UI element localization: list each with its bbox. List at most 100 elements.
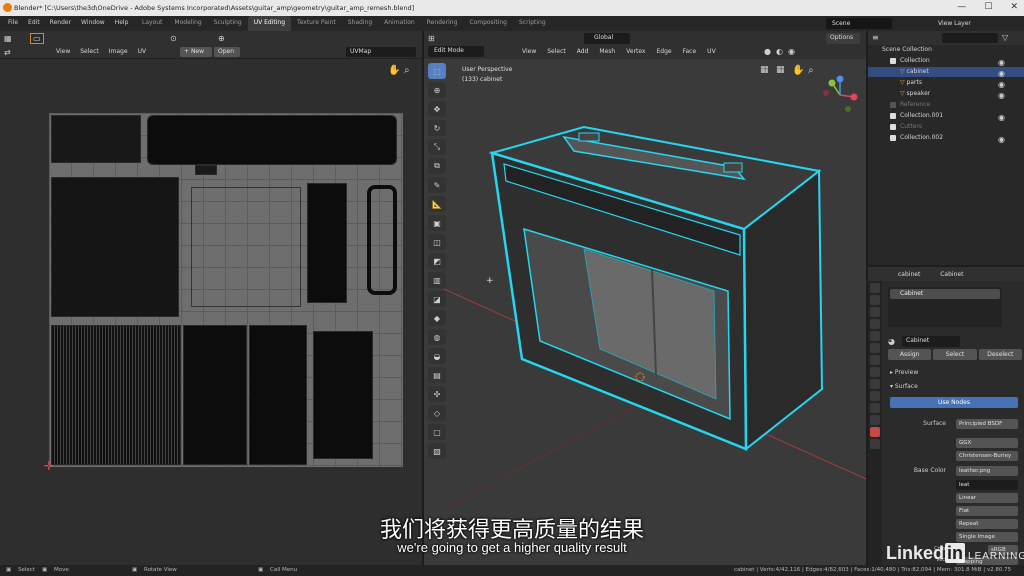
tab-sculpting[interactable]: Sculpting (208, 16, 248, 31)
outliner-type-icon[interactable]: ≡ (872, 33, 879, 42)
particles-tab-icon[interactable] (870, 379, 880, 389)
vp-menu-uv[interactable]: UV (707, 48, 716, 55)
tab-modeling[interactable]: Modeling (168, 16, 207, 31)
physics-tab-icon[interactable] (870, 391, 880, 401)
select-box-tool-icon[interactable]: ▭ (30, 33, 44, 44)
visibility-eye-icon[interactable]: ◉ (998, 80, 1005, 89)
menu-render[interactable]: Render (50, 19, 71, 26)
assign-button[interactable]: Assign (888, 349, 932, 360)
subsurface-method-dropdown[interactable]: Christensen-Burley (956, 451, 1018, 461)
select-button[interactable]: Select (933, 349, 977, 360)
include-checkbox[interactable] (890, 101, 896, 108)
shading-material-icon[interactable]: ◐ (776, 47, 783, 56)
deselect-button[interactable]: Deselect (978, 349, 1022, 360)
scene-selector[interactable]: Scene (826, 18, 892, 29)
3d-viewport[interactable]: User Perspective (133) cabinet ⬚ ⊕ ✥ ↻ ⤡… (424, 59, 866, 565)
surface-panel-header[interactable]: ▾ Surface (890, 383, 918, 390)
tab-layout[interactable]: Layout (136, 16, 168, 31)
use-nodes-button[interactable]: Use Nodes (890, 397, 1018, 408)
open-image-button[interactable]: Open (214, 47, 240, 57)
include-checkbox[interactable] (890, 123, 896, 130)
material-slot-list[interactable]: Cabinet (888, 287, 1002, 327)
tab-scripting[interactable]: Scripting (513, 16, 552, 31)
vp-menu-vertex[interactable]: Vertex (626, 48, 645, 55)
tab-animation[interactable]: Animation (378, 16, 421, 31)
preview-panel-header[interactable]: ▸ Preview (890, 369, 918, 376)
material-name-field[interactable]: Cabinet (902, 336, 960, 347)
uv-menu-select[interactable]: Select (80, 48, 99, 55)
uvmap-field[interactable]: UVMap (346, 47, 416, 57)
visibility-eye-icon[interactable]: ◉ (998, 113, 1005, 122)
include-checkbox[interactable] (890, 134, 896, 141)
minimize-button[interactable]: — (957, 2, 966, 12)
filter-icon[interactable]: ▽ (1002, 33, 1008, 42)
tab-rendering[interactable]: Rendering (421, 16, 464, 31)
include-checkbox[interactable] (890, 57, 896, 64)
2d-cursor-icon[interactable]: ✛ (44, 459, 54, 473)
vp-menu-add[interactable]: Add (577, 48, 589, 55)
tool-tab-icon[interactable] (870, 283, 880, 293)
close-button[interactable]: ✕ (1010, 2, 1018, 12)
visibility-eye-icon[interactable]: ◉ (998, 69, 1005, 78)
shading-rendered-icon[interactable]: ◉ (788, 47, 795, 56)
menu-edit[interactable]: Edit (28, 19, 40, 26)
include-checkbox[interactable] (890, 112, 896, 119)
base-color-texture-field[interactable]: leather.png (956, 466, 1018, 476)
editor-type-icon[interactable]: ▦ (4, 34, 12, 43)
tab-compositing[interactable]: Compositing (463, 16, 513, 31)
material-sphere-icon[interactable]: ◕ (888, 337, 895, 346)
vp-menu-mesh[interactable]: Mesh (599, 48, 615, 55)
output-tab-icon[interactable] (870, 307, 880, 317)
vp-menu-face[interactable]: Face (683, 48, 697, 55)
zoom-icon[interactable]: ⌕ (404, 65, 410, 76)
menu-window[interactable]: Window (81, 19, 105, 26)
uv-menu-view[interactable]: View (56, 48, 70, 55)
vp-menu-edge[interactable]: Edge (656, 48, 671, 55)
pan-icon[interactable]: ✋ (388, 65, 400, 76)
cabinet-mesh[interactable]: + (424, 59, 866, 565)
vp-menu-select[interactable]: Select (547, 48, 566, 55)
view-layer-tab-icon[interactable] (870, 319, 880, 329)
snap-icon[interactable]: ⊕ (218, 34, 225, 43)
menu-help[interactable]: Help (115, 19, 129, 26)
visibility-eye-icon[interactable]: ◉ (998, 58, 1005, 67)
render-tab-icon[interactable] (870, 295, 880, 305)
material-tab-icon[interactable] (870, 427, 880, 437)
data-tab-icon[interactable] (870, 415, 880, 425)
editor-type-icon[interactable]: ⊞ (428, 34, 435, 43)
outliner-row[interactable]: Cutters (868, 122, 1024, 132)
texture-tab-icon[interactable] (870, 439, 880, 449)
uv-menu-uv[interactable]: UV (138, 48, 147, 55)
tab-shading[interactable]: Shading (342, 16, 378, 31)
pivot-icon[interactable]: ⊙ (170, 34, 177, 43)
distribution-dropdown[interactable]: GGX (956, 438, 1018, 448)
outliner-row[interactable]: Reference (868, 100, 1024, 110)
mode-selector[interactable]: Edit Mode (428, 46, 484, 57)
interpolation-dropdown[interactable]: Linear (956, 493, 1018, 503)
world-tab-icon[interactable] (870, 343, 880, 353)
constraints-tab-icon[interactable] (870, 403, 880, 413)
object-tab-icon[interactable] (870, 355, 880, 365)
visibility-eye-icon[interactable]: ◉ (998, 91, 1005, 100)
view-layer-selector[interactable]: View Layer (934, 18, 1004, 29)
vp-menu-view[interactable]: View (522, 48, 536, 55)
tab-texture-paint[interactable]: Texture Paint (291, 16, 342, 31)
modifier-tab-icon[interactable] (870, 367, 880, 377)
maximize-button[interactable]: ☐ (984, 2, 992, 12)
visibility-eye-icon[interactable]: ◉ (998, 135, 1005, 144)
uv-menu-image[interactable]: Image (109, 48, 128, 55)
outliner-row[interactable]: Scene Collection (868, 45, 1024, 55)
uv-sync-icon[interactable]: ⇄ (4, 48, 11, 57)
outliner-search-input[interactable] (942, 33, 998, 43)
shading-solid-icon[interactable]: ● (764, 47, 771, 56)
options-button[interactable]: Options (826, 33, 860, 44)
uv-editor-canvas[interactable]: ✋ ⌕ ✛ (0, 59, 422, 565)
new-image-button[interactable]: + New (180, 47, 212, 57)
menu-file[interactable]: File (8, 19, 18, 26)
surface-shader-field[interactable]: Principled BSDF (956, 419, 1018, 429)
scene-tab-icon[interactable] (870, 331, 880, 341)
tab-uv-editing[interactable]: UV Editing (247, 16, 292, 31)
image-name-field[interactable]: leat (956, 480, 1018, 490)
material-slot[interactable]: Cabinet (890, 289, 1000, 299)
transform-orientation[interactable]: Global (584, 33, 630, 44)
